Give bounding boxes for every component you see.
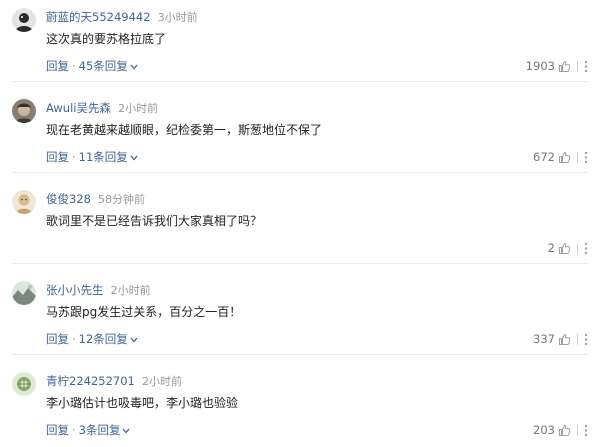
comment-actions: 回复 · 45条回复	[46, 58, 138, 74]
comment-actions: 回复 · 3条回复	[46, 422, 130, 438]
timestamp: 2小时前	[141, 375, 182, 388]
comment-divider	[12, 263, 588, 264]
more-options-icon[interactable]	[584, 333, 588, 346]
comment-actions: 回复 · 12条回复	[46, 331, 138, 347]
username[interactable]: Awuli吴先森	[46, 101, 111, 115]
separator-dot: ·	[72, 150, 76, 164]
like-count: 2	[547, 241, 555, 255]
thumbs-up-icon[interactable]	[558, 151, 571, 164]
chevron-down-icon	[122, 428, 130, 433]
comment-meta: 张小小先生 2小时前	[46, 281, 151, 299]
avatar-image	[12, 99, 36, 123]
reply-button[interactable]: 回复	[46, 59, 69, 73]
timestamp: 58分钟前	[98, 193, 146, 206]
more-options-icon[interactable]	[584, 424, 588, 437]
timestamp: 2小时前	[110, 284, 151, 297]
view-replies-button[interactable]: 3条回复	[79, 423, 131, 437]
comment-meta: 蔚蓝的天55249442 3小时前	[46, 8, 198, 26]
comment-divider	[12, 81, 588, 82]
more-options-icon[interactable]	[584, 60, 588, 73]
avatar-image	[12, 372, 36, 396]
like-count: 1903	[525, 59, 555, 73]
reply-button[interactable]: 回复	[46, 423, 69, 437]
chevron-down-icon	[130, 64, 138, 69]
username[interactable]: 蔚蓝的天55249442	[46, 10, 151, 24]
replies-count: 11条回复	[78, 150, 128, 164]
comment-meta: 青柠224252701 2小时前	[46, 372, 182, 390]
avatar-image	[12, 190, 36, 214]
replies-count: 3条回复	[78, 423, 121, 437]
thumbs-up-icon[interactable]	[558, 60, 571, 73]
comment-text: 李小璐估计也吸毒吧，李小璐也验验	[46, 396, 239, 410]
like-count: 203	[533, 423, 555, 437]
avatar-image	[12, 281, 36, 305]
separator-dot: ·	[72, 59, 76, 73]
more-options-icon[interactable]	[584, 242, 588, 255]
username[interactable]: 青柠224252701	[46, 374, 135, 388]
divider	[577, 242, 578, 254]
chevron-down-icon	[130, 155, 138, 160]
divider	[577, 333, 578, 345]
comment-meta: 俊俊328 58分钟前	[46, 190, 145, 208]
avatar-image	[12, 8, 36, 32]
username[interactable]: 张小小先生	[46, 283, 104, 297]
view-replies-button[interactable]: 11条回复	[79, 150, 138, 164]
comment-stats: 203	[533, 422, 588, 438]
divider	[577, 424, 578, 436]
username[interactable]: 俊俊328	[46, 192, 91, 206]
avatar[interactable]	[12, 281, 36, 305]
comment-meta: Awuli吴先森 2小时前	[46, 99, 158, 117]
timestamp: 2小时前	[118, 102, 159, 115]
divider	[577, 151, 578, 163]
comment-text: 这次真的要苏格拉底了	[46, 32, 167, 46]
like-count: 672	[533, 150, 555, 164]
comment-text: 现在老黄越来越顺眼，纪检委第一，斯葱地位不保了	[46, 123, 323, 137]
divider	[577, 60, 578, 72]
view-replies-button[interactable]: 12条回复	[79, 332, 138, 346]
comment-actions: 回复 · 11条回复	[46, 149, 138, 165]
thumbs-up-icon[interactable]	[558, 424, 571, 437]
separator-dot: ·	[72, 332, 76, 346]
comment-text: 马苏跟pg发生过关系，百分之一百！	[46, 305, 242, 319]
avatar[interactable]	[12, 190, 36, 214]
chevron-down-icon	[130, 337, 138, 342]
like-count: 337	[533, 332, 555, 346]
avatar[interactable]	[12, 8, 36, 32]
replies-count: 12条回复	[78, 332, 128, 346]
view-replies-button[interactable]: 45条回复	[79, 59, 138, 73]
thumbs-up-icon[interactable]	[558, 333, 571, 346]
comment-divider	[12, 354, 588, 355]
comment-text: 歌词里不是已经告诉我们大家真相了吗？	[46, 214, 263, 228]
comment-stats: 1903	[526, 58, 588, 74]
comment-stats: 2	[548, 240, 588, 256]
more-options-icon[interactable]	[584, 151, 588, 164]
separator-dot: ·	[72, 423, 76, 437]
comment-divider	[12, 172, 588, 173]
comment-stats: 672	[533, 149, 588, 165]
replies-count: 45条回复	[78, 59, 128, 73]
avatar[interactable]	[12, 372, 36, 396]
timestamp: 3小时前	[157, 11, 198, 24]
reply-button[interactable]: 回复	[46, 150, 69, 164]
avatar[interactable]	[12, 99, 36, 123]
thumbs-up-icon[interactable]	[558, 242, 571, 255]
comment-stats: 337	[533, 331, 588, 347]
reply-button[interactable]: 回复	[46, 332, 69, 346]
